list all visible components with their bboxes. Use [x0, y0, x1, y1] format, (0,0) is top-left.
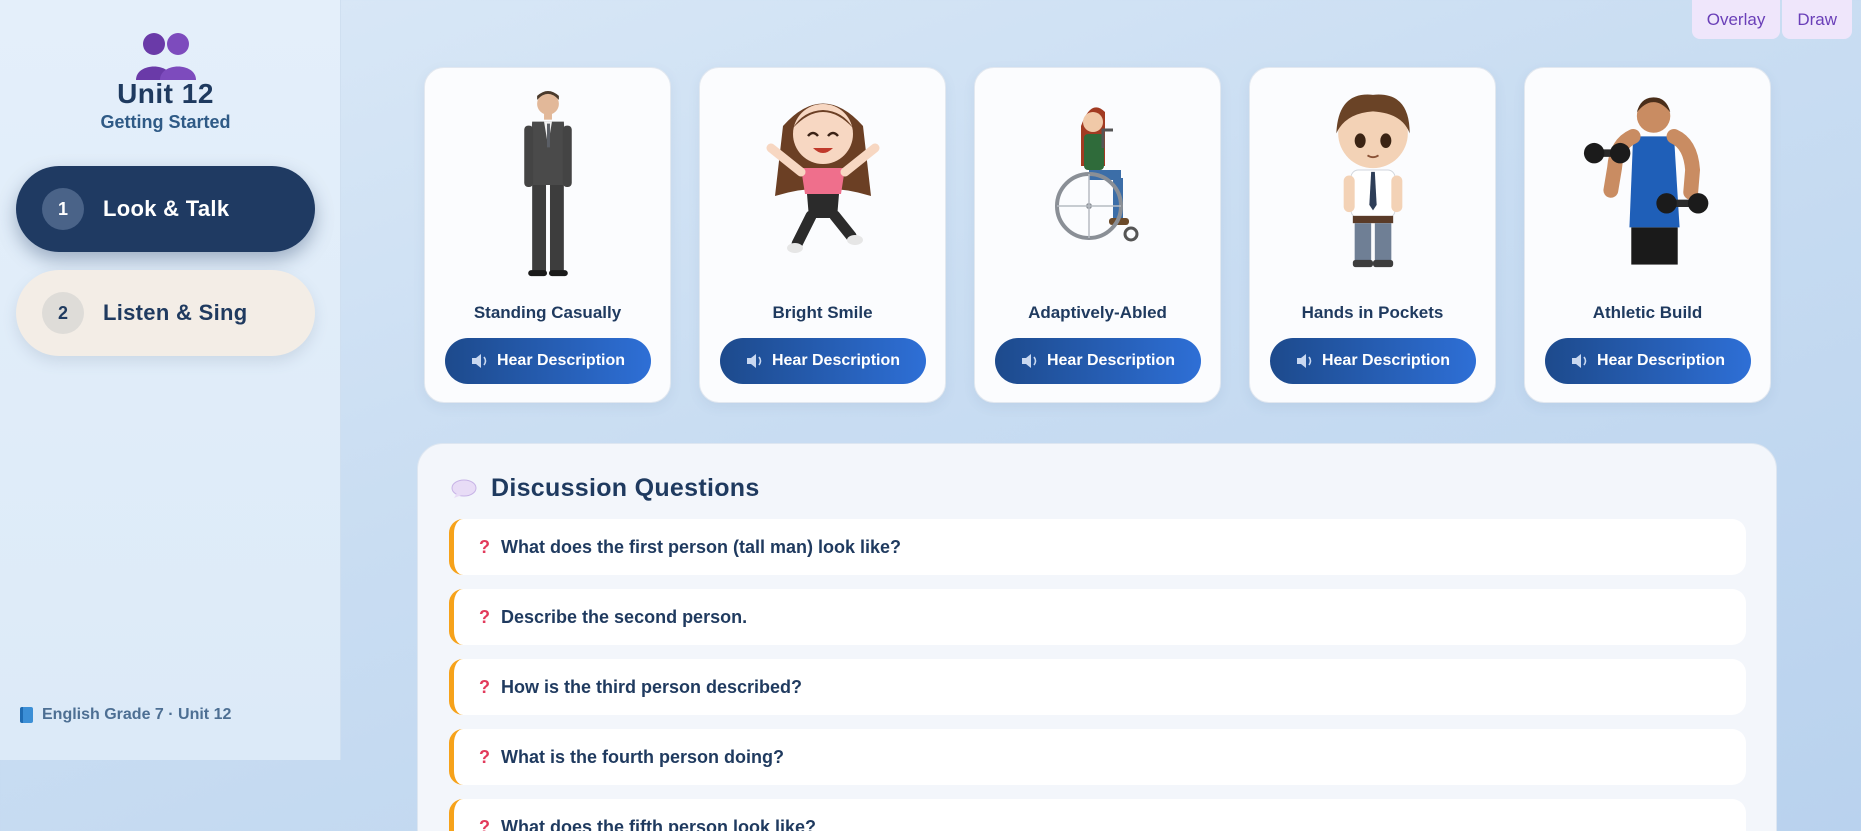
unit-title: Unit 12 [117, 78, 214, 109]
character-illustration [700, 86, 945, 266]
hear-description-button[interactable]: Hear Description [1270, 338, 1476, 384]
two-people-icon [135, 33, 196, 80]
character-card: Standing Casually Hear Description [424, 67, 671, 403]
character-cards: Standing Casually Hear Description Brigh… [424, 67, 1771, 403]
character-illustration [1525, 86, 1770, 266]
hear-description-button[interactable]: Hear Description [995, 338, 1201, 384]
question-mark-icon: ? [479, 676, 490, 697]
nav-label: Look & Talk [103, 196, 230, 221]
character-illustration [1250, 86, 1495, 268]
character-card: Hands in Pockets Hear Description [1249, 67, 1496, 403]
question-item[interactable]: ? How is the third person described? [449, 659, 1746, 715]
question-text: What does the fifth person look like? [501, 816, 817, 831]
question-item[interactable]: ? What does the fifth person look like? [449, 799, 1746, 831]
nav-number-badge: 1 [42, 188, 84, 230]
speech-bubble-icon [451, 479, 477, 498]
overlay-button[interactable]: Overlay [1691, 0, 1781, 39]
hear-description-button[interactable]: Hear Description [720, 338, 926, 384]
unit-subtitle: Getting Started [100, 112, 231, 132]
discussion-title: Discussion Questions [491, 474, 760, 502]
speaker-icon [1571, 354, 1587, 368]
character-name: Bright Smile [772, 303, 873, 322]
question-list: ? What does the first person (tall man) … [449, 519, 1746, 831]
draw-button[interactable]: Draw [1782, 0, 1852, 39]
question-item[interactable]: ? Describe the second person. [449, 589, 1746, 645]
question-text: What does the first person (tall man) lo… [501, 536, 902, 557]
nav-item-look-and-talk[interactable]: 1 Look & Talk [16, 166, 315, 252]
sidebar: Unit 12 Getting Started 1 Look & Talk 2 … [0, 0, 341, 760]
nav-item-listen-and-sing[interactable]: 2 Listen & Sing [16, 270, 315, 356]
button-label: Hear Description [496, 352, 626, 369]
question-mark-icon: ? [479, 536, 490, 557]
character-card: Adaptively-Abled Hear Description [974, 67, 1221, 403]
character-name: Adaptively-Abled [1028, 303, 1167, 322]
button-label: Hear Description [1046, 352, 1176, 369]
question-text: What is the fourth person doing? [501, 746, 784, 767]
question-mark-icon: ? [479, 606, 490, 627]
question-mark-icon: ? [479, 746, 490, 767]
character-name: Athletic Build [1592, 303, 1703, 322]
toolbar: Overlay Draw [1691, 0, 1852, 39]
speaker-icon [746, 354, 762, 368]
unit-header: Unit 12 Getting Started [0, 30, 331, 133]
button-label: Hear Description [771, 352, 901, 369]
character-card: Athletic Build Hear Description [1524, 67, 1771, 403]
question-mark-icon: ? [479, 816, 490, 831]
question-item[interactable]: ? What does the first person (tall man) … [449, 519, 1746, 575]
discussion-header: Discussion Questions [451, 474, 760, 503]
course-footer: English Grade 7 · Unit 12 [20, 706, 231, 724]
character-card: Bright Smile Hear Description [699, 67, 946, 403]
book-icon [20, 707, 33, 723]
character-illustration [975, 86, 1220, 266]
question-item[interactable]: ? What is the fourth person doing? [449, 729, 1746, 785]
button-label: Hear Description [1321, 352, 1451, 369]
question-text: How is the third person described? [501, 676, 803, 697]
character-name: Hands in Pockets [1301, 303, 1444, 322]
hear-description-button[interactable]: Hear Description [445, 338, 651, 384]
speaker-icon [1296, 354, 1312, 368]
speaker-icon [471, 354, 487, 368]
nav-label: Listen & Sing [103, 300, 248, 325]
character-name: Standing Casually [473, 303, 622, 322]
course-label: English Grade 7 · Unit 12 [42, 706, 232, 723]
nav-number-badge: 2 [42, 292, 84, 334]
speaker-icon [1021, 354, 1037, 368]
question-text: Describe the second person. [501, 606, 748, 627]
discussion-panel: Discussion Questions ? What does the fir… [417, 443, 1777, 831]
hear-description-button[interactable]: Hear Description [1545, 338, 1751, 384]
button-label: Hear Description [1596, 352, 1726, 369]
character-illustration [425, 86, 670, 277]
